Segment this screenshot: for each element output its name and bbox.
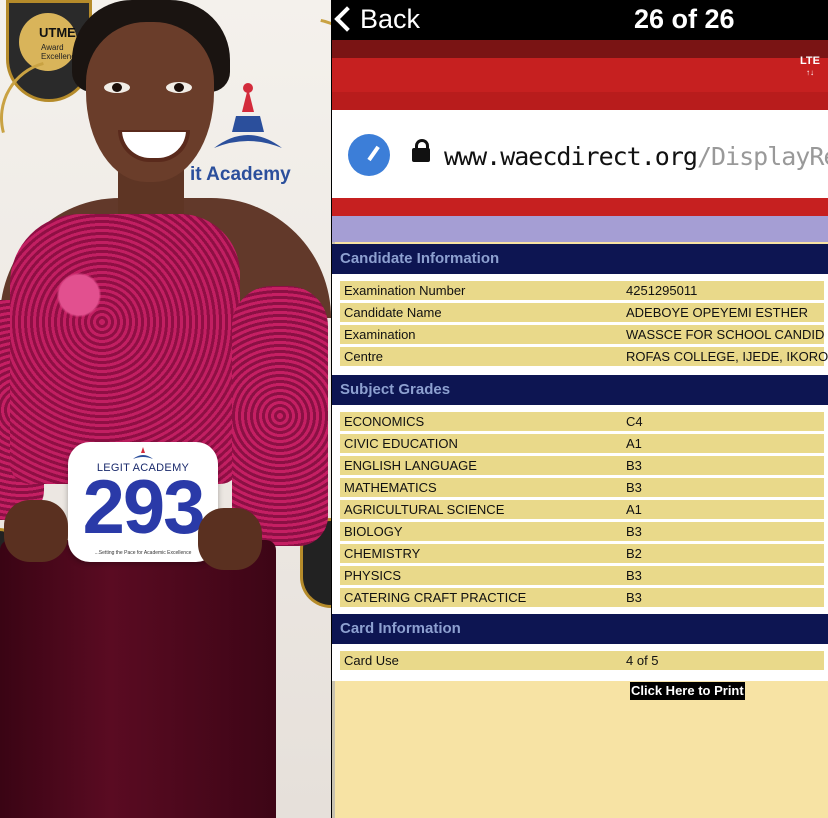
bib-number: 293 [82,465,206,550]
badge-title: UTME [39,25,76,40]
grade-value: A1 [626,436,642,451]
academy-logo-icon [214,83,282,148]
candidate-info-header: Candidate Information [332,244,828,274]
url-domain: www.waecdirect.org [444,142,698,171]
number-bib: LEGIT ACADEMY 293 ...Setting the Pace fo… [68,442,218,562]
table-row: Examination Number 4251295011 [340,281,824,300]
row-label: Candidate Name [344,305,442,320]
network-type: LTE [800,55,820,67]
back-button[interactable]: Back [332,0,442,40]
row-label: Examination Number [344,283,466,298]
table-row: Centre ROFAS COLLEGE, IJEDE, IKORO [340,347,828,366]
header-strip [332,198,828,216]
row-value: WASSCE FOR SCHOOL CANDID [626,327,825,342]
table-row: AGRICULTURAL SCIENCE A1 [340,500,824,519]
dress-skirt [0,540,276,818]
section-title: Card Information [340,620,461,637]
row-value: ADEBOYE OPEYEMI ESTHER [626,305,809,320]
subject-name: BIOLOGY [344,524,403,539]
hand [4,500,68,562]
table-row: Candidate Name ADEBOYE OPEYEMI ESTHER [340,303,824,322]
grade-value: B3 [626,458,642,473]
section-title: Subject Grades [340,381,451,398]
grade-value: B3 [626,568,642,583]
candidate-info-table: Examination Number 4251295011 Candidate N… [332,274,828,377]
dress-sleeve [232,286,328,546]
subject-name: MATHEMATICS [344,480,437,495]
row-value: ROFAS COLLEGE, IJEDE, IKORO [626,349,828,364]
table-row: MATHEMATICS B3 [340,478,824,497]
table-row: Card Use 4 of 5 [340,651,824,670]
subject-name: CIVIC EDUCATION [344,436,458,451]
card-info-table: Card Use 4 of 5 [332,644,828,681]
card-info-header: Card Information [332,614,828,644]
row-label: Examination [344,327,416,342]
row-value: 4 of 5 [626,653,659,668]
viewer-top-bar: Back 26 of 26 [332,0,828,40]
subject-name: AGRICULTURAL SCIENCE [344,502,505,517]
print-button[interactable]: Click Here to Print [630,682,745,700]
speedometer-icon[interactable] [348,134,390,176]
table-row: CIVIC EDUCATION A1 [340,434,824,453]
academy-logo-icon [133,447,153,459]
row-label: Card Use [344,653,399,668]
status-bar-strip [332,40,828,58]
subject-name: ENGLISH LANGUAGE [344,458,477,473]
eye [104,82,130,93]
subject-grades-table: ECONOMICS C4 CIVIC EDUCATION A1 ENGLISH LA… [332,405,828,617]
table-row: Examination WASSCE FOR SCHOOL CANDID [340,325,824,344]
chevron-left-icon [334,6,360,32]
image-counter: 26 of 26 [634,4,735,34]
lock-icon [412,139,430,162]
table-row: BIOLOGY B3 [340,522,824,541]
grade-value: B3 [626,590,642,605]
table-row: CATERING CRAFT PRACTICE B3 [340,588,824,607]
grade-value: B3 [626,524,642,539]
browser-address-bar[interactable]: www.waecdirect.org/DisplayRe [332,110,828,198]
subject-name: CHEMISTRY [344,546,421,561]
eye [166,82,192,93]
bib-tagline: ...Setting the Pace for Academic Excelle… [94,550,192,556]
waec-result-screenshot: Back 26 of 26 LTE ↑↓ www.waecdirect.org/… [332,0,828,818]
row-value: 4251295011 [626,283,698,298]
subject-name: PHYSICS [344,568,402,583]
grade-value: B3 [626,480,642,495]
table-row: ENGLISH LANGUAGE B3 [340,456,824,475]
status-bar-strip [332,92,828,110]
table-row: CHEMISTRY B2 [340,544,824,563]
url-text[interactable]: www.waecdirect.org/DisplayRe [444,142,828,171]
grade-value: A1 [626,502,642,517]
table-row: ECONOMICS C4 [340,412,824,431]
signal-arrows-icon: ↑↓ [806,68,815,77]
hand [198,508,262,570]
backdrop-academy-name: it Academy [190,164,291,185]
subject-name: ECONOMICS [344,414,425,429]
header-strip [332,216,828,242]
url-path: /DisplayRe [696,142,828,171]
row-label: Centre [344,349,384,364]
subject-grades-header: Subject Grades [332,375,828,405]
subject-name: CATERING CRAFT PRACTICE [344,590,527,605]
grade-value: C4 [626,414,643,429]
table-row: PHYSICS B3 [340,566,824,585]
back-label: Back [360,4,421,34]
student-photo: UTME Award Excellence it Academy LEGIT A… [0,0,331,818]
section-title: Candidate Information [340,250,500,267]
grade-value: B2 [626,546,642,561]
signal-indicator: LTE ↑↓ [800,56,820,78]
status-bar-strip [332,58,828,92]
